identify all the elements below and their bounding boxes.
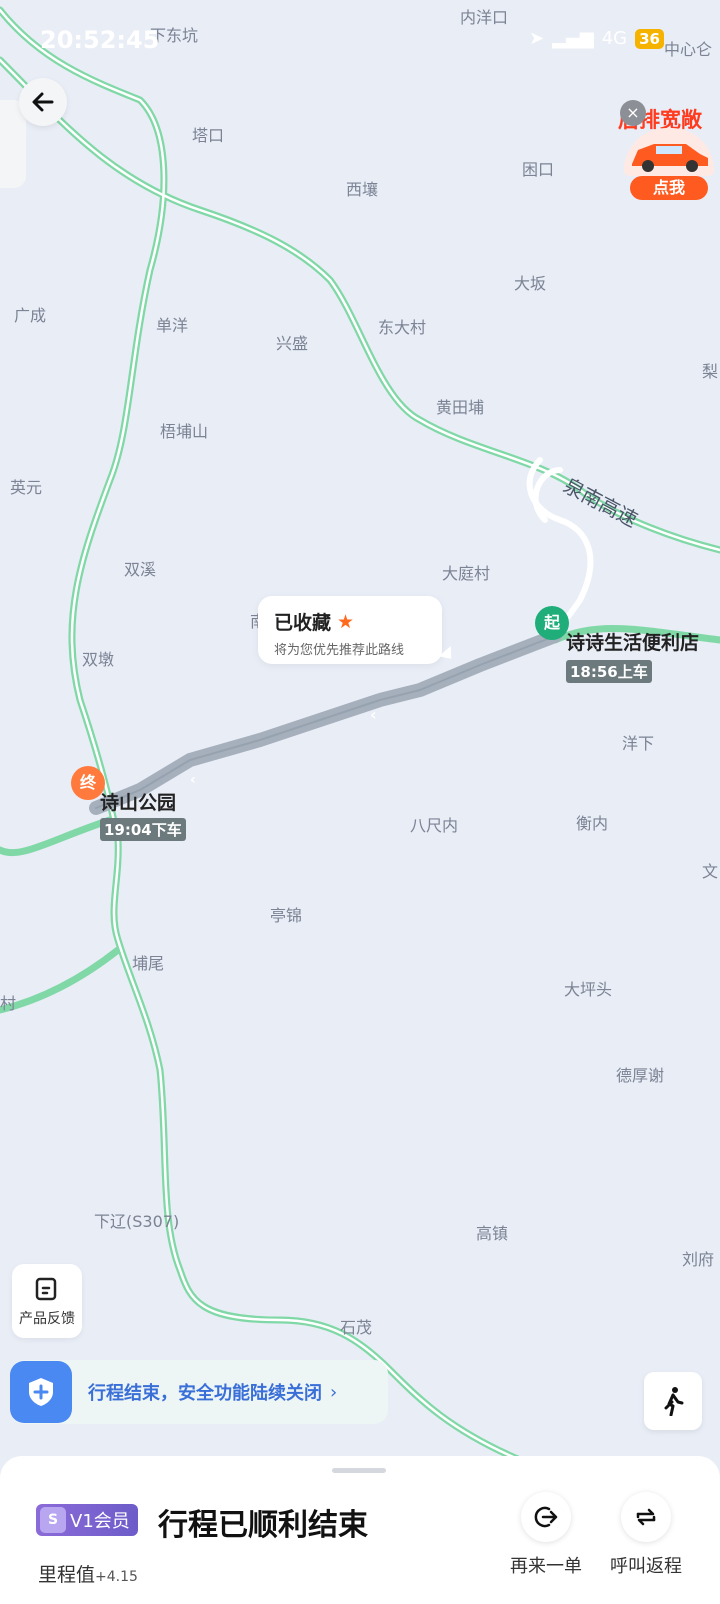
start-marker[interactable]: 起 <box>535 606 569 640</box>
place-label: 大坪头 <box>564 980 613 999</box>
place-label: 兴盛 <box>276 334 309 353</box>
vip-badge[interactable]: S V1会员 <box>36 1504 138 1536</box>
back-button[interactable] <box>19 78 67 126</box>
place-label: 德厚谢 <box>616 1066 665 1085</box>
place-label: 西壤 <box>346 180 379 199</box>
mileage-info[interactable]: 里程值+4.15 <box>38 1560 138 1587</box>
place-label: 大庭村 <box>442 564 491 583</box>
place-label: 埔尾 <box>132 954 165 973</box>
end-location-name: 诗山公园 <box>100 792 177 814</box>
place-label: 梨 <box>702 362 719 381</box>
place-label: 八尺内 <box>410 816 459 835</box>
walking-icon <box>664 1387 684 1416</box>
reorder-label: 再来一单 <box>510 1556 582 1577</box>
place-label: 石茂 <box>340 1318 373 1337</box>
sheet-drag-handle[interactable] <box>332 1468 386 1473</box>
shield-icon <box>10 1361 72 1423</box>
safety-banner[interactable]: 行程结束，安全功能陆续关闭 › <box>10 1360 388 1424</box>
feedback-label: 产品反馈 <box>19 1311 75 1327</box>
place-label: 单洋 <box>156 316 189 335</box>
place-label: 双溪 <box>124 560 157 579</box>
place-label: 中心仑 <box>664 40 713 59</box>
svg-text:‹: ‹ <box>190 772 196 788</box>
bubble-title: 已收藏 <box>274 612 332 634</box>
place-label: 亭锦 <box>270 906 303 925</box>
network-label: 4G <box>601 28 628 49</box>
safety-message: 行程结束，安全功能陆续关闭 <box>88 1383 322 1404</box>
trip-status-title: 行程已顺利结束 <box>158 1508 368 1543</box>
arrow-left-icon <box>32 92 54 112</box>
place-label: 双墩 <box>82 650 115 669</box>
favorite-bubble: 已收藏 ★ 将为您优先推荐此路线 <box>258 596 442 664</box>
place-label: 塔口 <box>192 126 225 145</box>
place-label: 广成 <box>14 306 47 325</box>
vip-label: V1会员 <box>70 1511 130 1532</box>
place-label: 内洋口 <box>460 8 509 27</box>
place-label: 下辽(S307) <box>94 1212 180 1231</box>
trip-summary-sheet: S V1会员 行程已顺利结束 里程值+4.15 再来一单 呼叫返程 <box>0 1456 720 1604</box>
star-icon: ★ <box>337 610 355 633</box>
place-label: 黄田埔 <box>436 398 485 417</box>
mileage-label: 里程值 <box>38 1564 96 1586</box>
reorder-button[interactable]: 再来一单 <box>498 1492 594 1578</box>
place-label: 文 <box>702 862 719 881</box>
return-trip-icon <box>636 1508 656 1526</box>
dropoff-time: 19:04下车 <box>100 818 186 841</box>
walk-navigation-button[interactable] <box>644 1372 702 1430</box>
edit-icon <box>35 1277 57 1301</box>
battery-icon: 36 <box>635 28 664 49</box>
car-icon <box>624 128 714 176</box>
feedback-button[interactable]: 产品反馈 <box>12 1264 82 1338</box>
pickup-time: 18:56上车 <box>566 660 652 683</box>
status-indicators: ➤ ▂▄▆ 4G 36 <box>529 28 664 49</box>
signal-icon: ▂▄▆ <box>552 28 594 49</box>
return-trip-label: 呼叫返程 <box>610 1556 682 1577</box>
close-icon[interactable]: × <box>620 100 646 126</box>
place-label: 大坂 <box>514 274 547 293</box>
place-label: 刘府 <box>682 1250 715 1269</box>
reorder-icon <box>534 1506 558 1528</box>
place-label: 洋下 <box>622 734 655 753</box>
chevron-right-icon: › <box>330 1381 338 1403</box>
place-label: 梧埔山 <box>160 422 209 441</box>
svg-text:‹: ‹ <box>370 705 377 724</box>
status-time: 20:52:45 <box>40 26 160 54</box>
place-label: 东大村 <box>378 318 427 337</box>
mileage-bonus: +4.15 <box>95 1569 138 1585</box>
place-label: 困口 <box>522 160 555 179</box>
location-icon: ➤ <box>529 28 545 49</box>
place-label: 高镇 <box>476 1224 509 1243</box>
start-location-name: 诗诗生活便利店 <box>566 632 700 654</box>
place-label: 村 <box>0 994 17 1013</box>
return-trip-button[interactable]: 呼叫返程 <box>598 1492 694 1578</box>
place-label: 衡内 <box>576 814 609 833</box>
vip-icon: S <box>40 1507 66 1533</box>
bubble-subtitle: 将为您优先推荐此路线 <box>274 643 405 658</box>
place-label: 英元 <box>10 478 43 497</box>
ad-cta-button[interactable]: 点我 <box>630 176 708 200</box>
